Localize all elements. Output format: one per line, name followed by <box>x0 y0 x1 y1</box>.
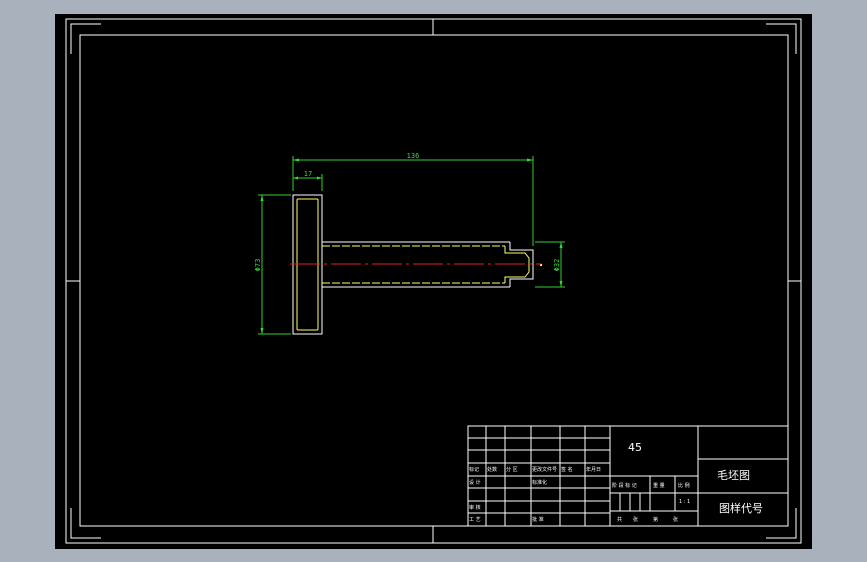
label-standardization: 标准化 <box>532 479 547 486</box>
label-process: 工 艺 <box>469 517 481 523</box>
title-block: 标记 处数 分 区 更改文件号 签 名 年月日 设 计 标准化 审 核 工 艺 … <box>467 425 789 527</box>
outer-border <box>65 18 802 544</box>
material-value: 45 <box>628 441 642 454</box>
label-sheet: 张 <box>673 516 678 523</box>
label-sheets: 张 <box>633 516 638 523</box>
dim-flange-thickness: 17 <box>304 170 312 178</box>
dim-flange-diameter: Φ73 <box>254 259 262 272</box>
dim-shaft-diameter: Φ32 <box>553 259 561 272</box>
label-approve: 批 准 <box>532 516 544 523</box>
dim-overall-length: 136 <box>407 152 420 160</box>
label-zone: 分 区 <box>506 466 518 473</box>
label-review: 审 核 <box>469 504 481 511</box>
corner-marks <box>70 23 797 539</box>
inner-border <box>79 34 789 527</box>
label-design: 设 计 <box>469 479 481 486</box>
cad-drawing: 136 17 Φ73 Φ32 标记 处数 分 区 更改文件号 签 名 年月日 设… <box>65 18 802 544</box>
scale-value: 1 : 1 <box>679 499 690 505</box>
centering-marks <box>66 19 801 543</box>
label-stage-mark: 阶 段 标 记 <box>612 482 637 489</box>
part-outline <box>290 194 543 335</box>
label-scale: 比 例 <box>678 482 690 489</box>
label-signature: 签 名 <box>561 466 573 473</box>
label-mark: 标记 <box>469 466 479 473</box>
drawing-code-label: 图样代号 <box>719 501 763 515</box>
label-date: 年月日 <box>586 466 601 473</box>
label-change-doc: 更改文件号 <box>532 466 557 473</box>
drawing-canvas[interactable]: 136 17 Φ73 Φ32 标记 处数 分 区 更改文件号 签 名 年月日 设… <box>55 14 812 549</box>
label-total: 共 <box>617 516 622 523</box>
label-sheet-no: 第 <box>653 516 658 523</box>
drawing-name: 毛坯图 <box>717 469 750 482</box>
label-weight: 重 量 <box>653 482 665 489</box>
dimensions: 136 17 Φ73 Φ32 <box>254 152 565 335</box>
label-count: 处数 <box>487 466 497 473</box>
